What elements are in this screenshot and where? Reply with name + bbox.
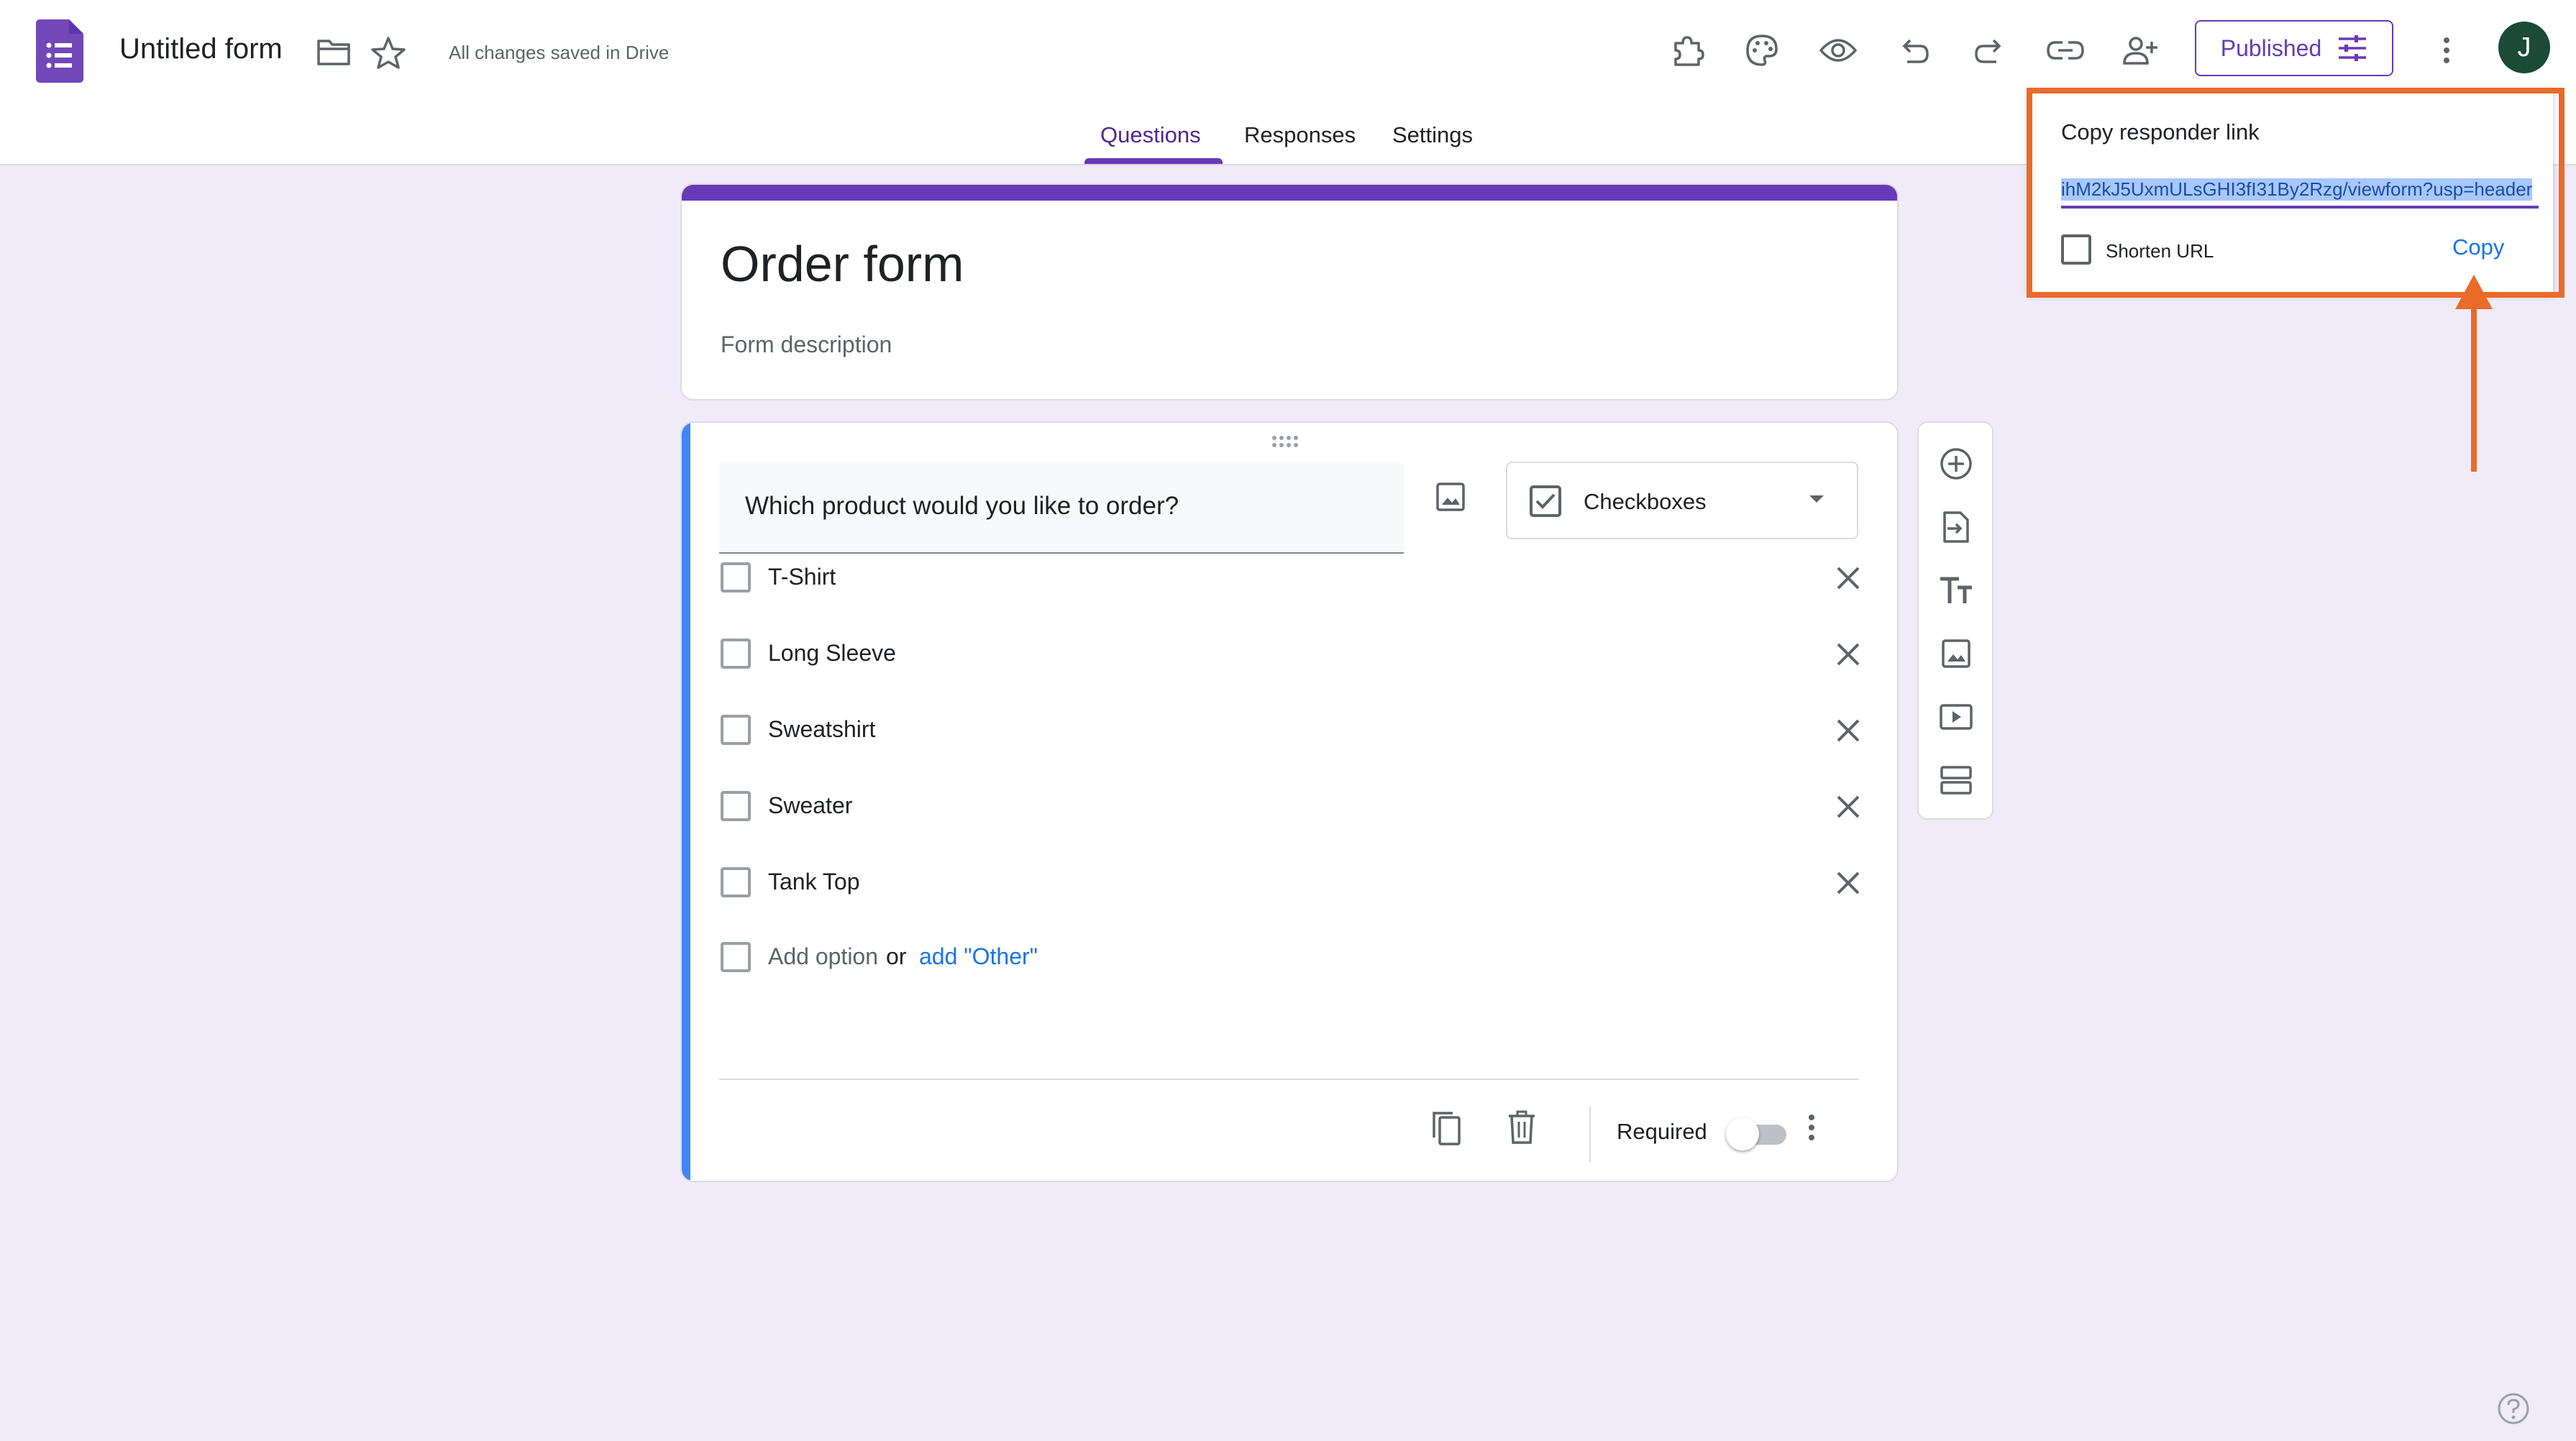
save-status: All changes saved in Drive — [449, 42, 670, 63]
toggle-thumb — [1726, 1117, 1759, 1150]
divider — [1589, 1106, 1591, 1162]
redo-icon[interactable] — [1968, 29, 2011, 72]
add-option-row[interactable]: Add option or add "Other" — [721, 929, 1857, 987]
option-label[interactable]: T-Shirt — [768, 564, 836, 590]
add-other-link[interactable]: add "Other" — [919, 943, 1038, 970]
option-label[interactable]: Sweatshirt — [768, 716, 875, 743]
side-toolbar — [1917, 421, 1993, 820]
remove-option-icon[interactable] — [1834, 869, 1863, 897]
tab-responses[interactable]: Responses — [1244, 122, 1356, 148]
question-type-dropdown[interactable]: Checkboxes — [1506, 462, 1858, 539]
option-label[interactable]: Sweater — [768, 792, 852, 819]
list-item[interactable]: Tank Top — [721, 854, 1860, 912]
add-option-input[interactable]: Add option — [768, 943, 878, 970]
option-checkbox — [721, 715, 751, 745]
list-item[interactable]: Sweater — [721, 778, 1860, 836]
published-button[interactable]: Published — [2195, 20, 2393, 76]
forms-logo-icon[interactable] — [36, 19, 83, 83]
folder-icon[interactable] — [316, 37, 351, 66]
tab-settings[interactable]: Settings — [1392, 122, 1473, 148]
remove-option-icon[interactable] — [1834, 640, 1863, 669]
form-description-field[interactable]: Form description — [721, 331, 892, 358]
required-toggle[interactable] — [1726, 1117, 1788, 1150]
form-header-card[interactable]: Order form Form description — [680, 183, 1899, 401]
add-ons-puzzle-icon[interactable] — [1666, 29, 1709, 72]
add-collaborator-icon[interactable] — [2119, 29, 2162, 72]
required-label: Required — [1617, 1119, 1707, 1144]
add-section-icon[interactable] — [1932, 756, 1980, 804]
question-title-input[interactable]: Which product would you like to order? — [719, 463, 1404, 554]
add-image-icon[interactable] — [1435, 482, 1466, 512]
more-options-icon[interactable] — [2425, 29, 2468, 72]
option-checkbox — [721, 867, 751, 897]
header-accent-bar — [682, 185, 1897, 201]
question-type-label: Checkboxes — [1584, 489, 1707, 514]
or-text: or — [886, 943, 907, 969]
link-icon[interactable] — [2044, 29, 2087, 72]
dropdown-arrow-icon — [1808, 493, 1825, 505]
question-text: Which product would you like to order? — [745, 492, 1179, 520]
option-label[interactable]: Long Sleeve — [768, 640, 896, 667]
option-checkbox — [721, 942, 751, 972]
active-tab-indicator — [1084, 158, 1223, 164]
add-image-icon[interactable] — [1932, 630, 1980, 677]
list-item[interactable]: T-Shirt — [721, 549, 1860, 607]
remove-option-icon[interactable] — [1834, 716, 1863, 745]
undo-icon[interactable] — [1893, 29, 1936, 72]
option-checkbox — [721, 791, 751, 821]
import-questions-icon[interactable] — [1932, 503, 1980, 551]
option-checkbox — [721, 639, 751, 669]
callout-arrow-icon — [2452, 273, 2495, 475]
delete-icon[interactable] — [1507, 1110, 1536, 1145]
tab-questions[interactable]: Questions — [1100, 122, 1201, 148]
list-item[interactable]: Long Sleeve — [721, 626, 1860, 683]
document-title[interactable]: Untitled form — [119, 33, 283, 65]
preview-eye-icon[interactable] — [1817, 29, 1860, 72]
add-question-icon[interactable] — [1932, 440, 1980, 488]
option-checkbox — [721, 562, 751, 593]
star-icon[interactable] — [371, 36, 406, 69]
add-title-text-icon[interactable] — [1932, 567, 1980, 614]
checkbox-checked-icon — [1529, 485, 1562, 518]
remove-option-icon[interactable] — [1834, 564, 1863, 593]
drag-handle-icon[interactable] — [1270, 434, 1299, 449]
question-more-icon[interactable] — [1808, 1113, 1815, 1142]
active-question-indicator — [682, 423, 690, 1181]
add-video-icon[interactable] — [1932, 693, 1980, 741]
form-title[interactable]: Order form — [721, 235, 964, 293]
remove-option-icon[interactable] — [1834, 792, 1863, 821]
question-card[interactable]: Which product would you like to order? C… — [680, 421, 1899, 1182]
palette-icon[interactable] — [1740, 29, 1783, 72]
avatar[interactable]: J — [2498, 22, 2550, 73]
divider — [719, 1079, 1858, 1080]
highlight-callout-box — [2027, 88, 2564, 298]
option-label[interactable]: Tank Top — [768, 869, 860, 895]
help-icon[interactable] — [2497, 1392, 2530, 1425]
duplicate-icon[interactable] — [1431, 1110, 1461, 1146]
tune-icon — [2337, 35, 2367, 62]
published-label: Published — [2220, 35, 2322, 61]
list-item[interactable]: Sweatshirt — [721, 702, 1860, 759]
